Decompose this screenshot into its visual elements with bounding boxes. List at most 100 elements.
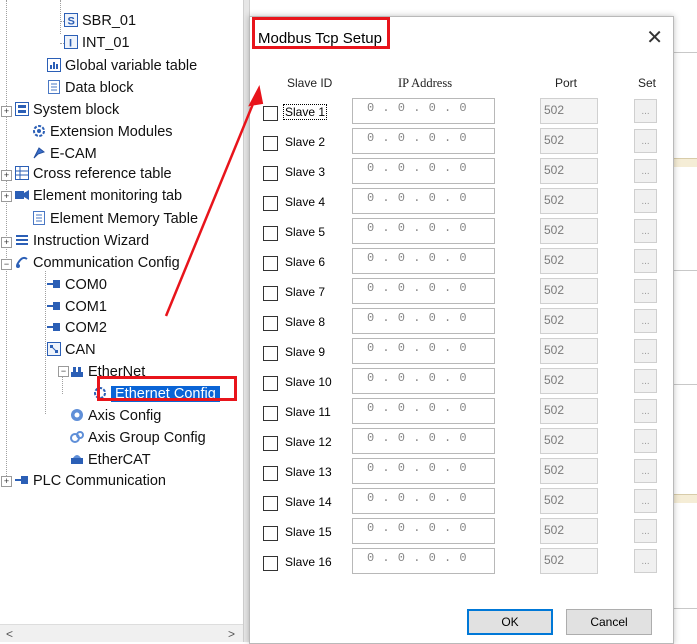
- ip-address-input[interactable]: 0 . 0 . 0 . 0: [352, 98, 495, 124]
- set-button[interactable]: ...: [634, 129, 657, 153]
- slave-enable-checkbox[interactable]: [263, 106, 278, 121]
- port-input[interactable]: 502: [540, 188, 598, 214]
- slave-enable-checkbox[interactable]: [263, 256, 278, 271]
- port-input[interactable]: 502: [540, 488, 598, 514]
- ip-address-input[interactable]: 0 . 0 . 0 . 0: [352, 488, 495, 514]
- ip-address-input[interactable]: 0 . 0 . 0 . 0: [352, 368, 495, 394]
- tree-item-com1[interactable]: COM1: [47, 297, 107, 318]
- slave-enable-checkbox[interactable]: [263, 136, 278, 151]
- set-button[interactable]: ...: [634, 99, 657, 123]
- port-input[interactable]: 502: [540, 308, 598, 334]
- port-input[interactable]: 502: [540, 398, 598, 424]
- slave-enable-checkbox[interactable]: [263, 226, 278, 241]
- tree-item-ethercat[interactable]: EtherCAT: [70, 450, 151, 471]
- slave-enable-checkbox[interactable]: [263, 466, 278, 481]
- tree-item-cross-reference-table[interactable]: Cross reference table: [15, 164, 172, 185]
- ip-address-input[interactable]: 0 . 0 . 0 . 0: [352, 398, 495, 424]
- cancel-button[interactable]: Cancel: [566, 609, 652, 635]
- set-button[interactable]: ...: [634, 339, 657, 363]
- ip-address-input[interactable]: 0 . 0 . 0 . 0: [352, 548, 495, 574]
- scroll-left-arrow[interactable]: <: [6, 627, 13, 641]
- port-input[interactable]: 502: [540, 248, 598, 274]
- slave-enable-checkbox[interactable]: [263, 436, 278, 451]
- tree-item-can[interactable]: CAN: [47, 340, 96, 361]
- slave-enable-checkbox[interactable]: [263, 376, 278, 391]
- tree-item-global-variable-table[interactable]: Global variable table: [47, 56, 197, 77]
- scroll-right-arrow[interactable]: >: [228, 627, 235, 641]
- slave-enable-checkbox[interactable]: [263, 286, 278, 301]
- slave-enable-checkbox[interactable]: [263, 196, 278, 211]
- slave-enable-checkbox[interactable]: [263, 406, 278, 421]
- ip-address-input[interactable]: 0 . 0 . 0 . 0: [352, 278, 495, 304]
- slave-enable-checkbox[interactable]: [263, 346, 278, 361]
- tree-item-sbr01[interactable]: S SBR_01: [64, 11, 136, 32]
- port-input[interactable]: 502: [540, 548, 598, 574]
- set-button[interactable]: ...: [634, 519, 657, 543]
- ip-address-input[interactable]: 0 . 0 . 0 . 0: [352, 338, 495, 364]
- tree-item-instruction-wizard[interactable]: Instruction Wizard: [15, 231, 149, 252]
- slave-enable-checkbox[interactable]: [263, 496, 278, 511]
- tree-item-communication-config[interactable]: Communication Config: [15, 253, 180, 274]
- ip-address-input[interactable]: 0 . 0 . 0 . 0: [352, 218, 495, 244]
- set-button[interactable]: ...: [634, 159, 657, 183]
- port-input[interactable]: 502: [540, 158, 598, 184]
- ip-address-input[interactable]: 0 . 0 . 0 . 0: [352, 158, 495, 184]
- tree-item-e-cam[interactable]: E-CAM: [32, 144, 97, 165]
- expand-toggle-system-block[interactable]: +: [1, 106, 12, 117]
- slave-enable-checkbox[interactable]: [263, 556, 278, 571]
- ip-address-input[interactable]: 0 . 0 . 0 . 0: [352, 518, 495, 544]
- slave-enable-checkbox[interactable]: [263, 166, 278, 181]
- slave-enable-checkbox[interactable]: [263, 316, 278, 331]
- slave-enable-checkbox[interactable]: [263, 526, 278, 541]
- set-button[interactable]: ...: [634, 309, 657, 333]
- horizontal-scrollbar[interactable]: < >: [0, 624, 243, 642]
- ok-button[interactable]: OK: [467, 609, 553, 635]
- port-input[interactable]: 502: [540, 278, 598, 304]
- expand-toggle-plc-communication[interactable]: +: [1, 476, 12, 487]
- ip-address-input[interactable]: 0 . 0 . 0 . 0: [352, 248, 495, 274]
- tree-item-system-block[interactable]: System block: [15, 100, 119, 121]
- set-button[interactable]: ...: [634, 189, 657, 213]
- port-input[interactable]: 502: [540, 368, 598, 394]
- ip-address-input[interactable]: 0 . 0 . 0 . 0: [352, 128, 495, 154]
- set-button[interactable]: ...: [634, 399, 657, 423]
- ip-address-input[interactable]: 0 . 0 . 0 . 0: [352, 428, 495, 454]
- expand-toggle-cross-reference[interactable]: +: [1, 170, 12, 181]
- tree-item-axis-config[interactable]: Axis Config: [70, 406, 161, 427]
- set-button[interactable]: ...: [634, 219, 657, 243]
- tree-item-int01[interactable]: I INT_01: [64, 33, 130, 54]
- expand-toggle-instruction-wizard[interactable]: +: [1, 237, 12, 248]
- ip-address-input[interactable]: 0 . 0 . 0 . 0: [352, 458, 495, 484]
- port-input[interactable]: 502: [540, 98, 598, 124]
- port-input[interactable]: 502: [540, 128, 598, 154]
- collapse-toggle-ethernet[interactable]: −: [58, 366, 69, 377]
- tree-item-element-memory-table[interactable]: Element Memory Table: [32, 209, 198, 230]
- collapse-toggle-communication-config[interactable]: −: [1, 259, 12, 270]
- tree-item-plc-communication[interactable]: PLC Communication: [15, 471, 166, 492]
- port-input[interactable]: 502: [540, 518, 598, 544]
- close-icon[interactable]: ✕: [646, 25, 663, 50]
- port-input[interactable]: 502: [540, 428, 598, 454]
- expand-toggle-element-monitoring[interactable]: +: [1, 191, 12, 202]
- set-button[interactable]: ...: [634, 249, 657, 273]
- set-button[interactable]: ...: [634, 459, 657, 483]
- set-button[interactable]: ...: [634, 489, 657, 513]
- tree-item-com2[interactable]: COM2: [47, 318, 107, 339]
- set-button[interactable]: ...: [634, 279, 657, 303]
- port-input[interactable]: 502: [540, 338, 598, 364]
- set-button[interactable]: ...: [634, 429, 657, 453]
- port-input[interactable]: 502: [540, 218, 598, 244]
- tree-item-data-block[interactable]: Data block: [47, 78, 134, 99]
- slave-label: Slave 11: [285, 405, 331, 419]
- tree-item-element-monitoring[interactable]: Element monitoring tab: [15, 186, 182, 207]
- tree-item-label: PLC Communication: [33, 473, 166, 489]
- port-input[interactable]: 502: [540, 458, 598, 484]
- slave-label: Slave 7: [285, 285, 326, 299]
- tree-item-com0[interactable]: COM0: [47, 275, 107, 296]
- ip-address-input[interactable]: 0 . 0 . 0 . 0: [352, 308, 495, 334]
- tree-item-axis-group-config[interactable]: Axis Group Config: [70, 428, 206, 449]
- set-button[interactable]: ...: [634, 369, 657, 393]
- tree-item-extension-modules[interactable]: Extension Modules: [32, 122, 173, 143]
- ip-address-input[interactable]: 0 . 0 . 0 . 0: [352, 188, 495, 214]
- set-button[interactable]: ...: [634, 549, 657, 573]
